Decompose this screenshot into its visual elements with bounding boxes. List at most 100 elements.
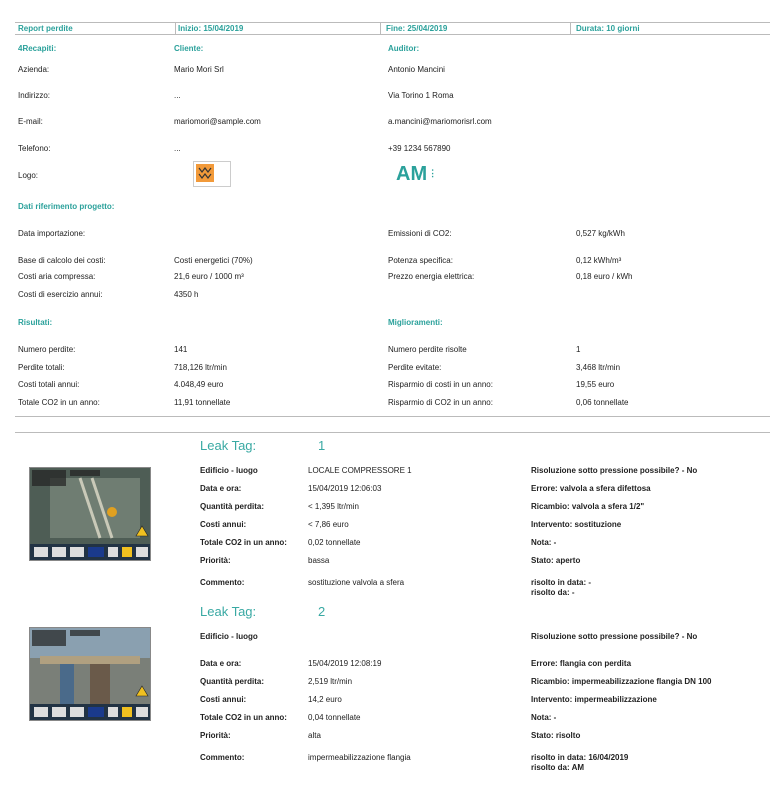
tag-annual-cost: 14,2 euro bbox=[308, 695, 342, 704]
report-end: Fine: 25/04/2019 bbox=[386, 24, 448, 33]
tag-right-info: Ricambio: impermeabilizzazione flangia D… bbox=[531, 677, 712, 686]
project-section-title: Dati riferimento progetto: bbox=[18, 202, 115, 211]
auditor-logo: AM⋮ bbox=[396, 163, 438, 185]
result-value: 4.048,49 euro bbox=[174, 380, 224, 389]
project-label: Costi aria compressa: bbox=[18, 272, 96, 281]
tag-leak-amount: < 1,395 ltr/min bbox=[308, 502, 359, 511]
co2-emissions-value: 0,527 kg/kWh bbox=[576, 229, 625, 238]
tag-right-info: Risoluzione sotto pressione possibile? -… bbox=[531, 466, 698, 475]
operating-hours-value: 4350 h bbox=[174, 290, 199, 299]
tag-priority: bassa bbox=[308, 556, 330, 565]
tag-field-label: Quantità perdita: bbox=[200, 677, 265, 686]
tag-right-info: Intervento: impermeabilizzazione bbox=[531, 695, 657, 704]
tag-right-info: Nota: - bbox=[531, 538, 557, 547]
tag-resolved-date: risolto in data: 16/04/2019 bbox=[531, 753, 629, 762]
client-address: ... bbox=[174, 91, 181, 100]
tag-annual-cost: < 7,86 euro bbox=[308, 520, 349, 529]
tag-field-label: Priorità: bbox=[200, 731, 231, 740]
result-value: 11,91 tonnellate bbox=[174, 398, 231, 407]
tag-field-label: Edificio - luogo bbox=[200, 632, 258, 641]
tag-status: Stato: aperto bbox=[531, 556, 581, 565]
tag-location: LOCALE COMPRESSORE 1 bbox=[308, 466, 412, 475]
auditor-email: a.mancini@mariomorisrl.com bbox=[388, 117, 492, 126]
client-phone: ... bbox=[174, 144, 181, 153]
leak-tag-title: Leak Tag: bbox=[200, 438, 257, 453]
client-logo-image bbox=[193, 161, 231, 187]
specific-power-value: 0,12 kWh/m³ bbox=[576, 256, 622, 265]
leak-tag-1-thermal-image bbox=[29, 467, 151, 561]
tag-field-label: Quantità perdita: bbox=[200, 502, 265, 511]
leak-tag-number: 2 bbox=[318, 604, 326, 619]
contact-label: Indirizzo: bbox=[18, 91, 51, 100]
improvement-label: Perdite evitate: bbox=[388, 363, 442, 372]
contact-label: E-mail: bbox=[18, 117, 43, 126]
improvement-value: 1 bbox=[576, 345, 581, 354]
energy-price-value: 0,18 euro / kWh bbox=[576, 272, 633, 281]
tag-leak-amount: 2,519 ltr/min bbox=[308, 677, 353, 686]
result-label: Totale CO2 in un anno: bbox=[18, 398, 100, 407]
report-duration: Durata: 10 giorni bbox=[576, 24, 640, 33]
contacts-section-title: 4Recapiti: bbox=[18, 44, 57, 53]
client-heading: Cliente: bbox=[174, 44, 204, 53]
tag-right-info: Intervento: sostituzione bbox=[531, 520, 622, 529]
tag-field-label: Commento: bbox=[200, 753, 245, 762]
project-label: Data importazione: bbox=[18, 229, 86, 238]
leak-tag-2-thermal-image bbox=[29, 627, 151, 721]
tag-field-label: Edificio - luogo bbox=[200, 466, 258, 475]
tag-priority: alta bbox=[308, 731, 321, 740]
contact-label: Logo: bbox=[18, 171, 39, 180]
report-start: Inizio: 15/04/2019 bbox=[178, 24, 244, 33]
cost-basis-value: Costi energetici (70%) bbox=[174, 256, 253, 265]
auditor-address: Via Torino 1 Roma bbox=[388, 91, 454, 100]
tag-field-label: Costi annui: bbox=[200, 695, 247, 704]
tag-right-info: Ricambio: valvola a sfera 1/2" bbox=[531, 502, 645, 511]
auditor-company: Antonio Mancini bbox=[388, 65, 445, 74]
tag-field-label: Totale CO2 in un anno: bbox=[200, 713, 287, 722]
improvements-section-title: Miglioramenti: bbox=[388, 318, 443, 327]
leak-tag-number: 1 bbox=[318, 438, 326, 453]
tag-resolved-by: risolto da: AM bbox=[531, 763, 585, 772]
auditor-heading: Auditor: bbox=[388, 44, 420, 53]
tag-co2: 0,02 tonnellate bbox=[308, 538, 361, 547]
tag-field-label: Totale CO2 in un anno: bbox=[200, 538, 287, 547]
tag-right-info: Nota: - bbox=[531, 713, 557, 722]
result-value: 718,126 ltr/min bbox=[174, 363, 227, 372]
header-divider bbox=[570, 23, 571, 34]
air-cost-value: 21,6 euro / 1000 m³ bbox=[174, 272, 244, 281]
result-value: 141 bbox=[174, 345, 188, 354]
report-title: Report perdite bbox=[18, 24, 73, 33]
contact-label: Azienda: bbox=[18, 65, 50, 74]
section-divider bbox=[15, 416, 770, 417]
tag-resolved-by: risolto da: - bbox=[531, 588, 575, 597]
contact-label: Telefono: bbox=[18, 144, 51, 153]
project-label: Costi di esercizio annui: bbox=[18, 290, 103, 299]
tag-status: Stato: risolto bbox=[531, 731, 581, 740]
section-divider bbox=[15, 432, 770, 433]
result-label: Costi totali annui: bbox=[18, 380, 80, 389]
tag-right-info: Errore: flangia con perdita bbox=[531, 659, 632, 668]
improvement-label: Risparmio di CO2 in un anno: bbox=[388, 398, 493, 407]
project-label: Base di calcolo dei costi: bbox=[18, 256, 106, 265]
project-label: Emissioni di CO2: bbox=[388, 229, 452, 238]
result-label: Numero perdite: bbox=[18, 345, 76, 354]
auditor-phone: +39 1234 567890 bbox=[388, 144, 451, 153]
tag-field-label: Costi annui: bbox=[200, 520, 247, 529]
header-divider bbox=[175, 23, 176, 34]
tag-field-label: Data e ora: bbox=[200, 659, 242, 668]
result-label: Perdite totali: bbox=[18, 363, 65, 372]
client-company: Mario Mori Srl bbox=[174, 65, 224, 74]
improvement-value: 0,06 tonnellate bbox=[576, 398, 629, 407]
tag-datetime: 15/04/2019 12:06:03 bbox=[308, 484, 382, 493]
improvement-value: 19,55 euro bbox=[576, 380, 615, 389]
client-email: mariomori@sample.com bbox=[174, 117, 261, 126]
project-label: Potenza specifica: bbox=[388, 256, 453, 265]
improvement-label: Numero perdite risolte bbox=[388, 345, 467, 354]
improvement-value: 3,468 ltr/min bbox=[576, 363, 621, 372]
tag-right-info: Risoluzione sotto pressione possibile? -… bbox=[531, 632, 698, 641]
results-section-title: Risultati: bbox=[18, 318, 53, 327]
tag-right-info: Errore: valvola a sfera difettosa bbox=[531, 484, 651, 493]
project-label: Prezzo energia elettrica: bbox=[388, 272, 475, 281]
tag-co2: 0,04 tonnellate bbox=[308, 713, 361, 722]
header-divider bbox=[380, 23, 381, 34]
tag-field-label: Data e ora: bbox=[200, 484, 242, 493]
